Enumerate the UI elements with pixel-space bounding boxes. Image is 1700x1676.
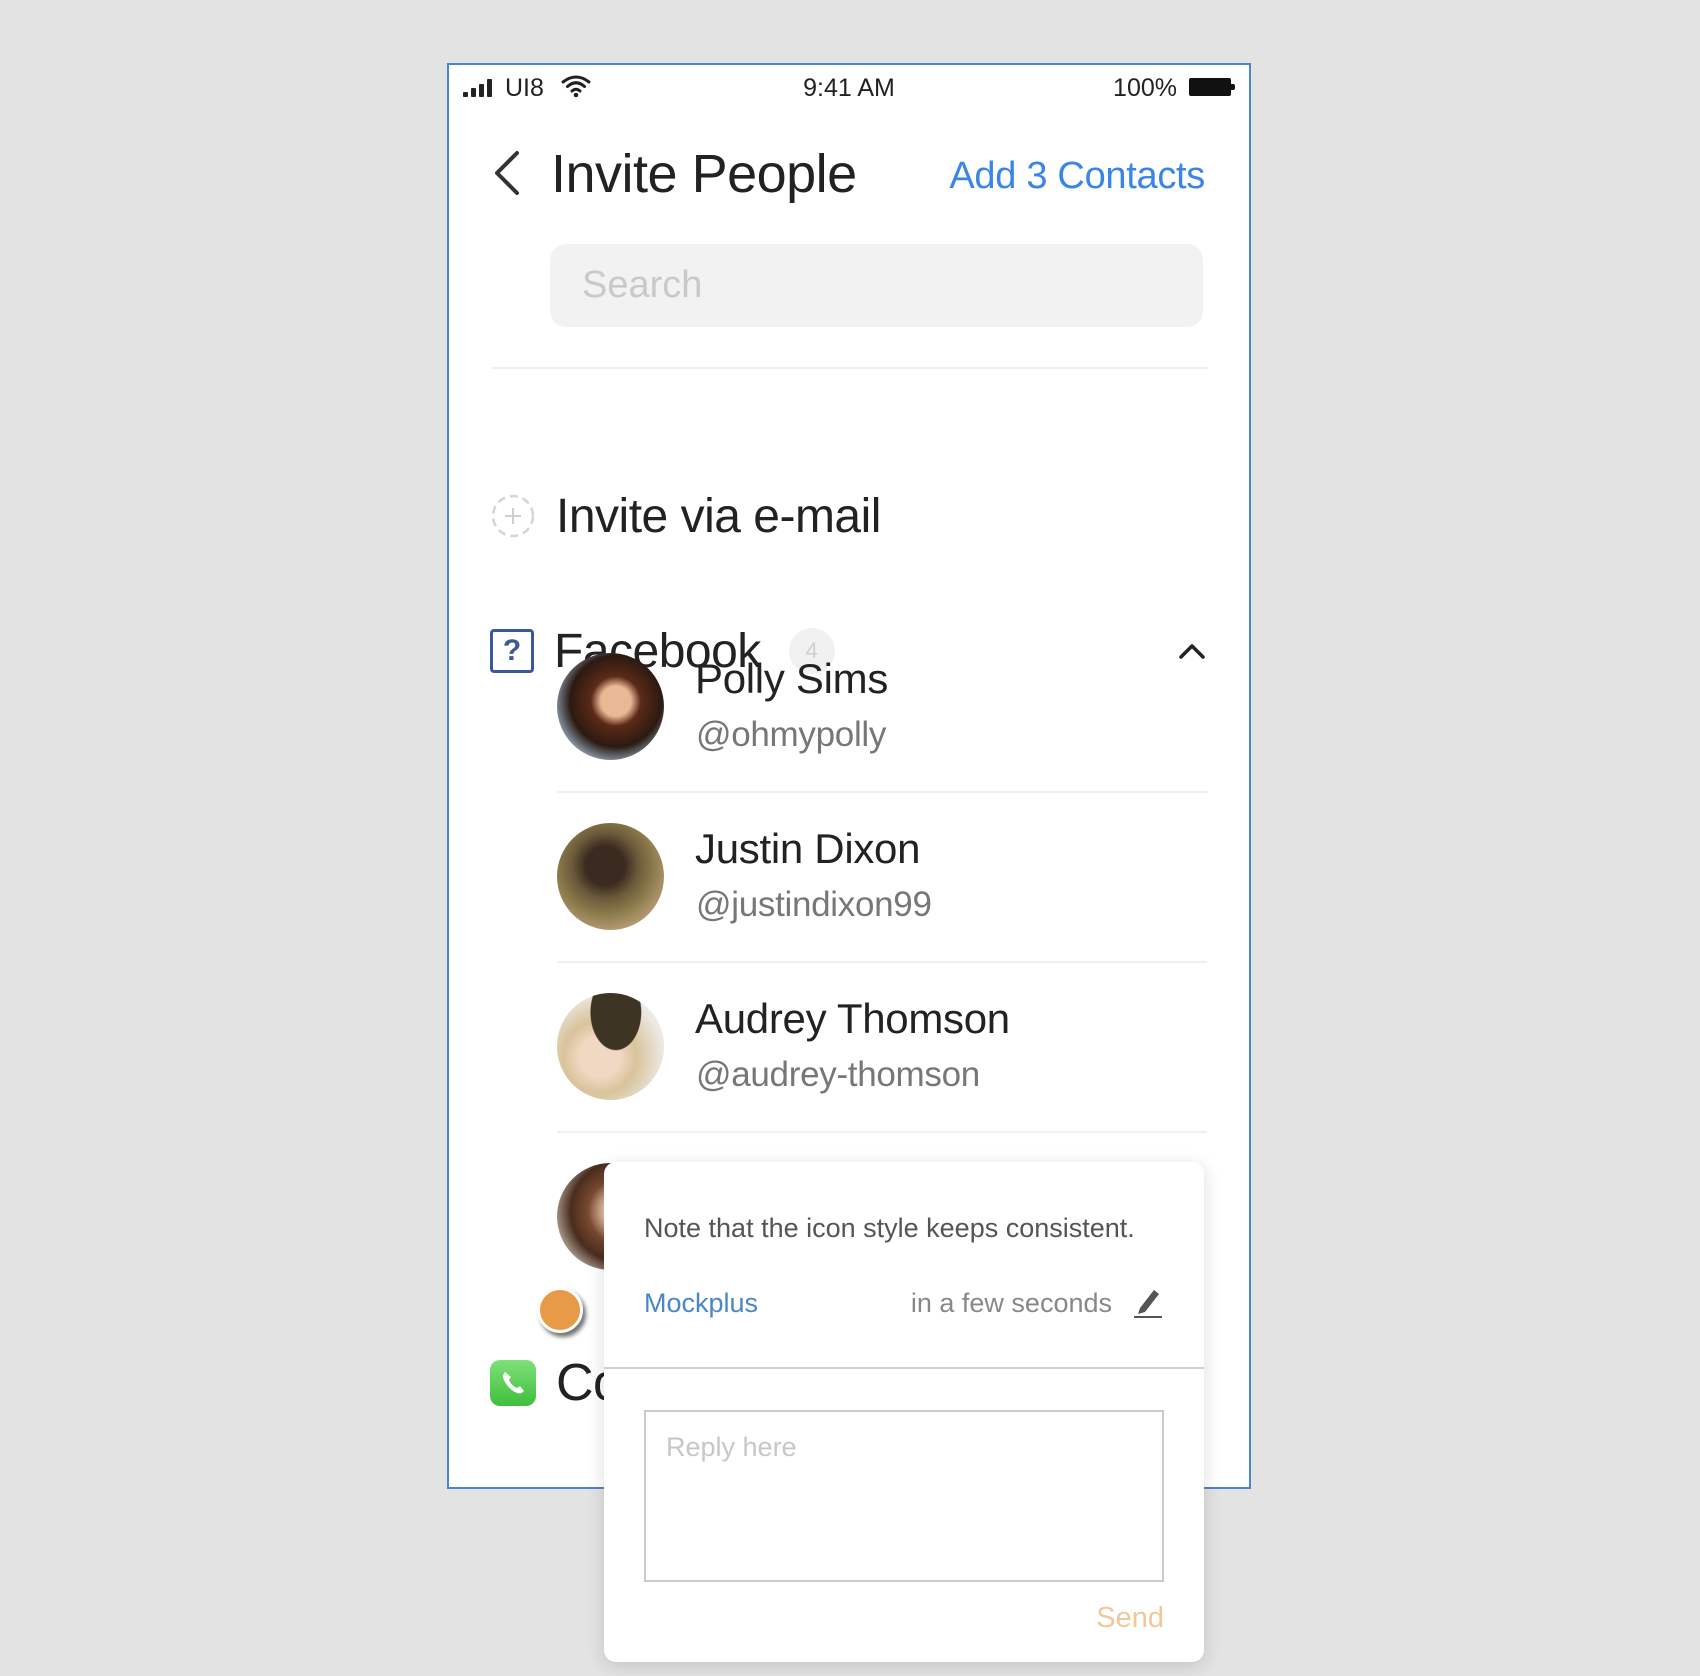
battery-icon: [1189, 78, 1235, 96]
avatar: [557, 653, 664, 760]
contact-handle: @audrey-thomson: [696, 1055, 980, 1094]
contact-list-item[interactable]: Polly Sims @ohmypolly: [557, 653, 1207, 823]
page-title: Invite People: [551, 144, 857, 204]
invite-via-email-row[interactable]: Invite via e-mail: [490, 480, 881, 552]
contact-list-item[interactable]: Audrey Thomson @audrey-thomson: [557, 993, 1207, 1163]
chevron-left-icon[interactable]: [489, 147, 523, 199]
comment-timestamp: in a few seconds: [910, 1288, 1112, 1318]
pencil-icon[interactable]: [1132, 1284, 1164, 1318]
contacts-section-header[interactable]: Co: [490, 1343, 622, 1423]
avatar: [557, 823, 664, 930]
facebook-placeholder-icon: ?: [490, 629, 534, 673]
contact-name: Audrey Thomson: [695, 995, 1010, 1042]
contact-handle: @ohmypolly: [696, 715, 887, 754]
divider: [557, 961, 1207, 963]
add-contacts-button[interactable]: Add 3 Contacts: [949, 155, 1205, 198]
contact-handle: @justindixon99: [696, 885, 932, 924]
reply-input[interactable]: [644, 1410, 1164, 1582]
comment-popup: Note that the icon style keeps consisten…: [604, 1162, 1204, 1662]
battery-percent: 100%: [1113, 74, 1177, 102]
contact-name: Justin Dixon: [695, 825, 921, 872]
avatar: [557, 993, 664, 1100]
comment-author-link[interactable]: Mockplus: [644, 1288, 758, 1319]
contact-list-item[interactable]: Justin Dixon @justindixon99: [557, 823, 1207, 993]
divider: [492, 367, 1207, 369]
send-button[interactable]: Send: [1096, 1602, 1164, 1635]
divider: [604, 1367, 1204, 1369]
dashed-plus-circle-icon: [491, 494, 535, 538]
search-input[interactable]: [550, 244, 1203, 327]
contact-name: Polly Sims: [695, 655, 889, 702]
phone-icon: [490, 1360, 536, 1406]
invite-via-email-label: Invite via e-mail: [556, 489, 881, 543]
comment-marker[interactable]: [537, 1287, 583, 1333]
divider: [557, 1131, 1207, 1133]
divider: [557, 791, 1207, 793]
comment-text: Note that the icon style keeps consisten…: [644, 1213, 1135, 1243]
